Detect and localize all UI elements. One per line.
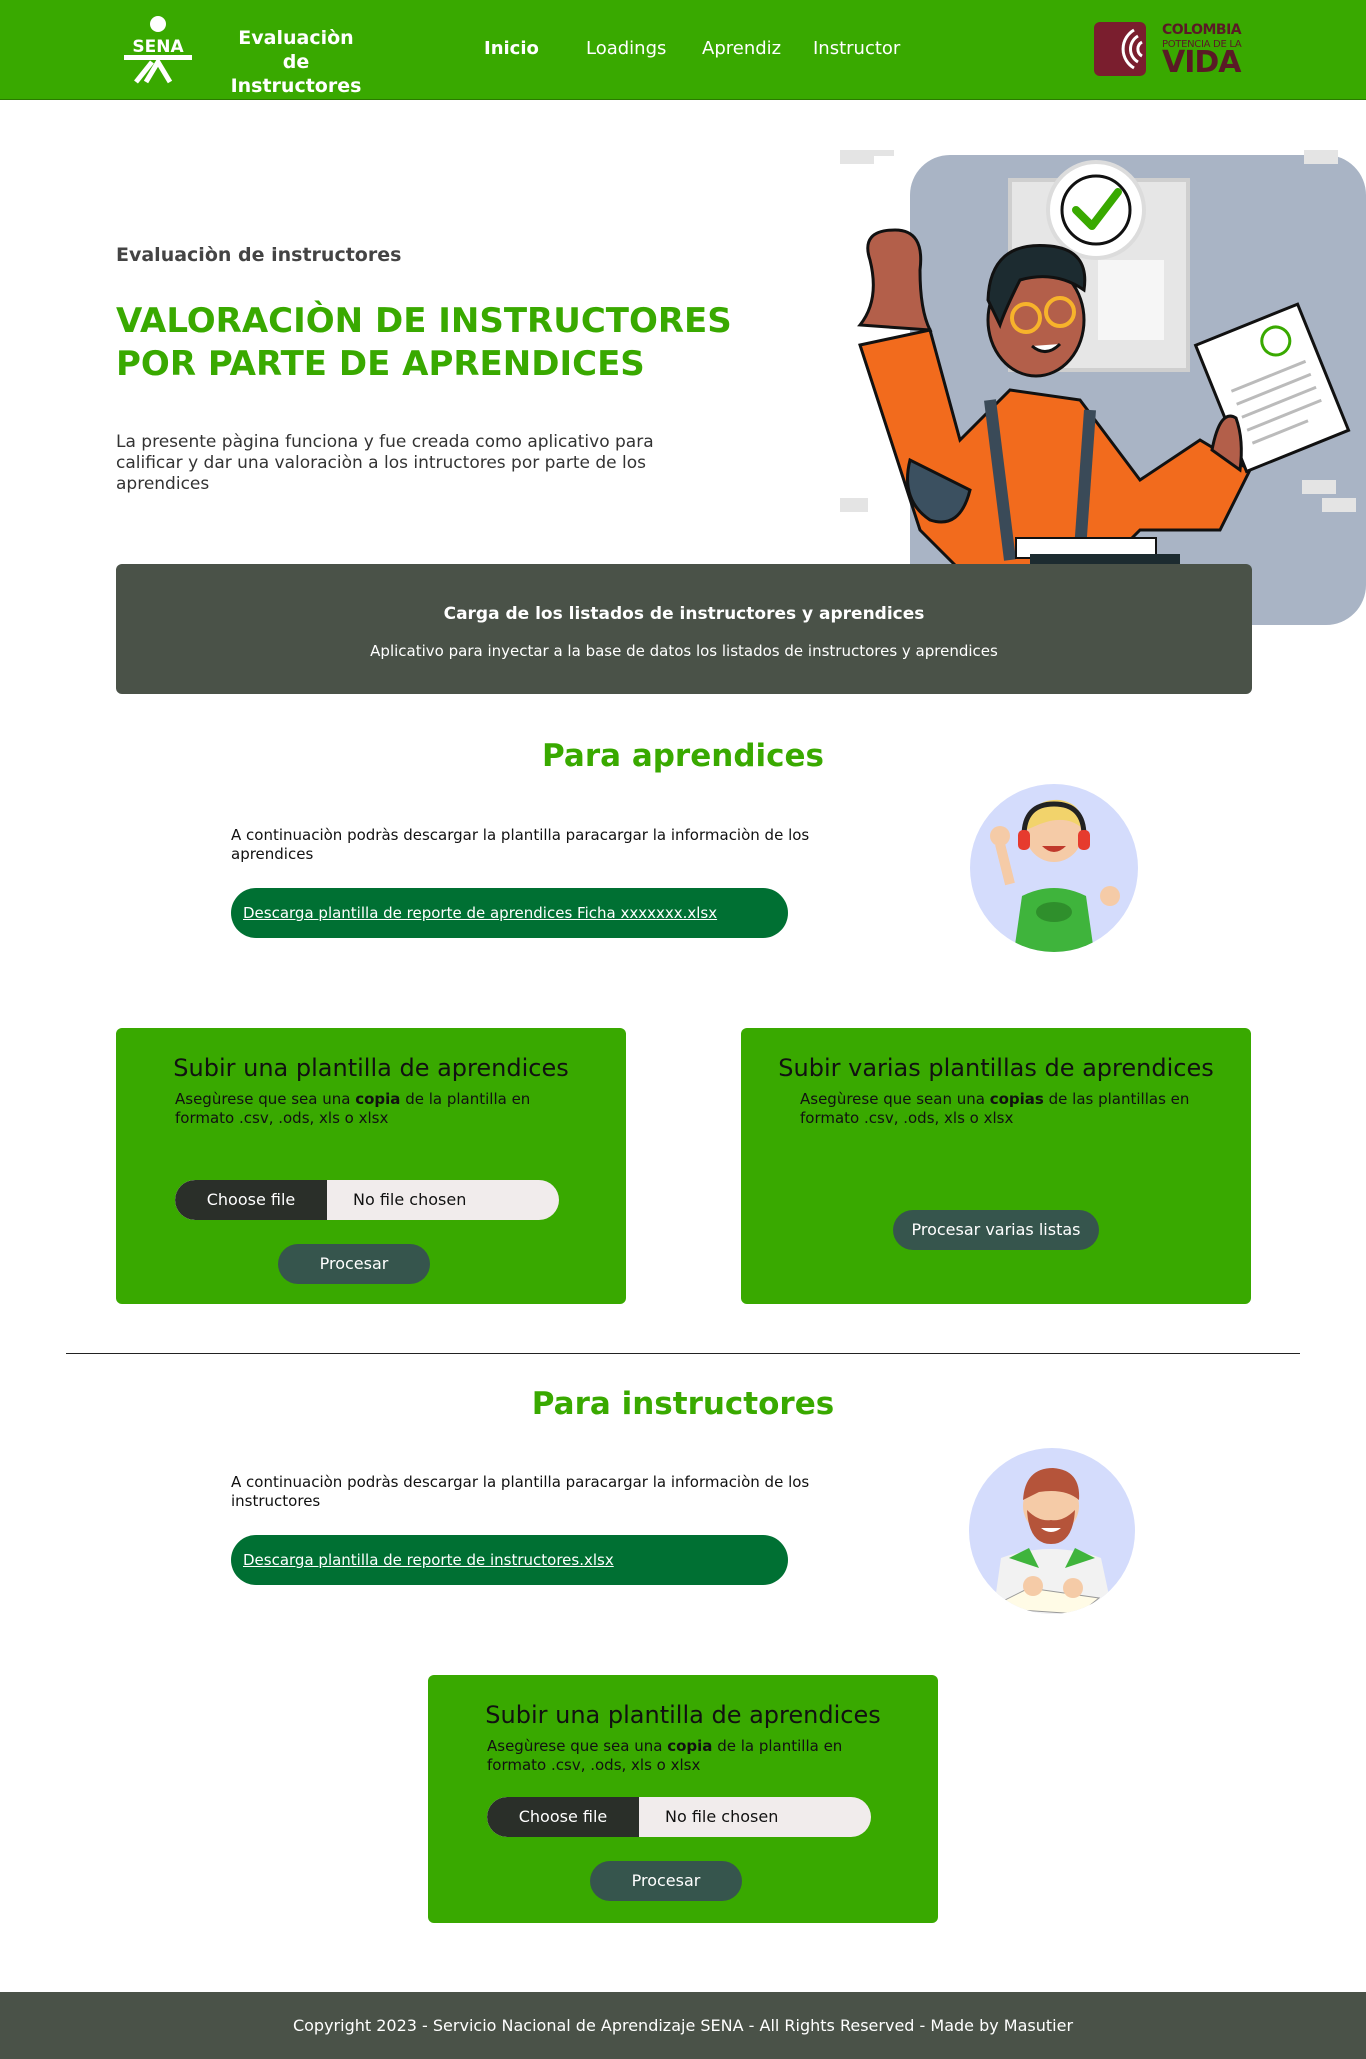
colombia-potencia-de-la-vida-logo: COLOMBIA POTENCIA DE LA VIDA (1094, 20, 1246, 78)
banner-subtitle: Aplicativo para inyectar a la base de da… (370, 642, 998, 660)
file-status: No file chosen (665, 1807, 779, 1826)
app-brand[interactable]: Evaluaciòn de Instructores (226, 26, 366, 98)
procesar-button[interactable]: Procesar (590, 1861, 742, 1901)
svg-text:SENA: SENA (132, 37, 184, 57)
card-note: Asegùrese que sea una copia de la planti… (175, 1090, 531, 1127)
top-navbar: SENA Evaluaciòn de Instructores Inicio L… (0, 0, 1366, 100)
card-note: Asegùrese que sean una copias de las pla… (800, 1090, 1190, 1127)
gov-logo-line-1: COLOMBIA (1162, 22, 1242, 38)
nav-inicio[interactable]: Inicio (484, 38, 539, 59)
info-banner: Carga de los listados de instructores y … (116, 564, 1252, 694)
upload-single-aprendices-card: Subir una plantilla de aprendices Asegùr… (116, 1028, 626, 1304)
hero-description: La presente pàgina funciona y fue creada… (116, 432, 654, 494)
gov-logo-line-3: VIDA (1162, 45, 1241, 80)
section-title-aprendices: Para aprendices (542, 738, 824, 774)
nav-instructor[interactable]: Instructor (813, 38, 900, 59)
procesar-button[interactable]: Procesar (278, 1244, 430, 1284)
download-instructores-template-button[interactable]: Descarga plantilla de reporte de instruc… (231, 1535, 788, 1585)
copyright-text: Copyright 2023 - Servicio Nacional de Ap… (292, 2016, 1074, 2035)
card-title: Subir una plantilla de aprendices (173, 1054, 569, 1082)
footer: Copyright 2023 - Servicio Nacional de Ap… (0, 1992, 1366, 2059)
student-celebrating-illustration (840, 150, 1366, 625)
instructores-download-text: A continuaciòn podràs descargar la plant… (231, 1473, 810, 1510)
instructores-file-input[interactable]: Choose file No file chosen (487, 1797, 871, 1837)
aprendices-download-text: A continuaciòn podràs descargar la plant… (231, 826, 810, 863)
hero-title: VALORACIÒN DE INSTRUCTORES POR PARTE DE … (116, 301, 732, 384)
sena-logo[interactable]: SENA (122, 14, 194, 86)
choose-file-button[interactable]: Choose file (487, 1797, 639, 1837)
brand-line-1: Evaluaciòn de (238, 27, 354, 73)
gov-mark-icon (1094, 22, 1146, 76)
section-title-instructores: Para instructores (531, 1386, 835, 1422)
learner-avatar (970, 784, 1138, 952)
nav-loadings[interactable]: Loadings (586, 38, 666, 59)
nav-aprendiz[interactable]: Aprendiz (702, 38, 781, 59)
section-divider (66, 1353, 1300, 1354)
hero-kicker: Evaluaciòn de instructores (116, 244, 402, 266)
brand-line-2: Instructores (230, 75, 362, 97)
instructor-avatar (969, 1448, 1135, 1614)
choose-file-button[interactable]: Choose file (175, 1180, 327, 1220)
procesar-varias-listas-button[interactable]: Procesar varias listas (893, 1210, 1099, 1250)
aprendices-file-input[interactable]: Choose file No file chosen (175, 1180, 559, 1220)
banner-title: Carga de los listados de instructores y … (443, 604, 925, 624)
file-status: No file chosen (353, 1190, 467, 1209)
card-note: Asegùrese que sea una copia de la planti… (487, 1737, 843, 1774)
upload-instructores-card: Subir una plantilla de aprendices Asegùr… (428, 1675, 938, 1923)
upload-multiple-aprendices-card: Subir varias plantillas de aprendices As… (741, 1028, 1251, 1304)
card-title: Subir varias plantillas de aprendices (778, 1054, 1214, 1082)
card-title: Subir una plantilla de aprendices (485, 1701, 881, 1729)
download-aprendices-template-button[interactable]: Descarga plantilla de reporte de aprendi… (231, 888, 788, 938)
